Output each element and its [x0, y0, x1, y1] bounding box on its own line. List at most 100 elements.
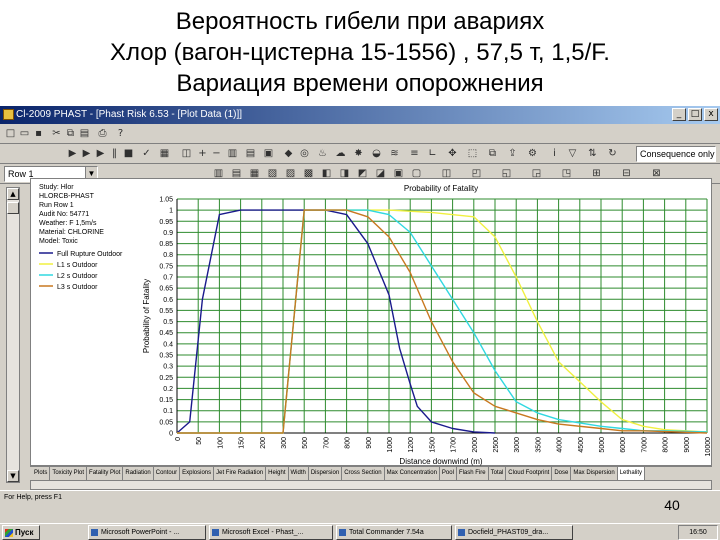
cut-icon[interactable]: ✂ [50, 127, 63, 140]
plot-tabs: Plots Toxicity Plot Fatality Plot Radiation… [30, 466, 712, 480]
y-tick-label: 0 [169, 431, 173, 438]
start-button[interactable]: Пуск [2, 525, 40, 540]
filter-icon[interactable]: ▽ [566, 147, 579, 160]
step-icon[interactable]: ▶ [94, 147, 107, 160]
y-tick-label: 0.45 [159, 330, 173, 337]
tab-4[interactable]: Contour [154, 467, 181, 480]
y-tick-label: 0.65 [159, 286, 173, 293]
export-icon[interactable]: ⇪ [506, 147, 519, 160]
tab-10[interactable]: Cross Section [342, 467, 385, 480]
pool-icon[interactable]: ◒ [370, 147, 383, 160]
left-scrollbar[interactable]: ▲ ▼ [6, 187, 20, 483]
pause-icon[interactable]: ‖ [108, 147, 121, 160]
taskbar-item-label: Total Commander 7.54a [349, 529, 424, 536]
table-icon[interactable]: ▤ [244, 147, 257, 160]
tab-6[interactable]: Jet Fire Radiation [214, 467, 267, 480]
taskbar-item-label: Docfield_PHAST09_dra... [468, 529, 549, 536]
open-icon[interactable]: ▭ [18, 127, 31, 140]
consequence-select-value: Consequence only [640, 149, 715, 159]
run-icon[interactable]: ▶ [66, 147, 79, 160]
tab-13[interactable]: Flash Fire [457, 467, 489, 480]
x-tick-label: 0 [175, 437, 182, 441]
explosion-icon[interactable]: ✸ [352, 147, 365, 160]
window-titlebar[interactable]: Cl-2009 PHAST - [Phast Risk 6.53 - [Plot… [0, 106, 720, 124]
print-icon[interactable]: ⎙ [96, 127, 109, 140]
select-icon[interactable]: ⬚ [466, 147, 479, 160]
tab-1[interactable]: Toxicity Plot [50, 467, 88, 480]
tab-11[interactable]: Max Concentration [385, 467, 440, 480]
map-icon[interactable]: ◫ [180, 147, 193, 160]
plot-area: 0 50 100 150 200 300 500 700 800 900 1000 1200 1500 1… [30, 178, 712, 466]
info-icon[interactable]: i [548, 147, 561, 160]
stop-icon[interactable]: ■ [122, 147, 135, 160]
horizontal-scrollbar[interactable] [30, 480, 712, 490]
y-tick-label: 0.15 [159, 397, 173, 404]
y-tick-label: 0.1 [163, 408, 173, 415]
chart-title: Probability of Fatality [404, 184, 478, 193]
close-button[interactable]: x [704, 108, 718, 121]
zoom-in-icon[interactable]: + [196, 147, 209, 160]
scroll-down-icon[interactable]: ▼ [7, 470, 19, 482]
cloud-icon[interactable]: ☁ [334, 147, 347, 160]
tab-3[interactable]: Radiation [123, 467, 154, 480]
x-tick-label: 1500 [429, 437, 436, 453]
x-tick-label: 2000 [472, 437, 479, 453]
copy-plot-icon[interactable]: ⧉ [486, 147, 499, 160]
wind-icon[interactable]: ≋ [388, 147, 401, 160]
report-icon[interactable]: ▣ [262, 147, 275, 160]
settings-icon[interactable]: ⚙ [526, 147, 539, 160]
tab-0[interactable]: Plots [32, 467, 51, 480]
system-tray: 16:50 [678, 525, 718, 540]
scroll-thumb[interactable] [7, 202, 19, 214]
tab-12[interactable]: Pool [440, 467, 457, 480]
tab-18[interactable]: Lethality [617, 467, 646, 480]
help-icon[interactable]: ? [114, 127, 127, 140]
chart-icon[interactable]: ▥ [226, 147, 239, 160]
scroll-up-icon[interactable]: ▲ [7, 188, 19, 200]
save-icon[interactable]: ▪ [32, 127, 45, 140]
y-tick-label: 0.85 [159, 241, 173, 248]
tab-14[interactable]: Total [489, 467, 507, 480]
risk-icon[interactable]: ◆ [282, 147, 295, 160]
copy-icon[interactable]: ⧉ [64, 127, 77, 140]
run-all-icon[interactable]: ▶ [80, 147, 93, 160]
check-icon[interactable]: ✓ [140, 147, 153, 160]
new-icon[interactable]: □ [4, 127, 17, 140]
contour-icon[interactable]: ◎ [298, 147, 311, 160]
taskbar-item-1[interactable]: Microsoft Excel - Phast_... [209, 525, 333, 540]
legend-icon[interactable]: ≡ [408, 147, 421, 160]
tab-16[interactable]: Dose [552, 467, 572, 480]
tab-7[interactable]: Height [266, 467, 289, 480]
x-tick-label: 5000 [599, 437, 606, 453]
taskbar-item-label: Microsoft PowerPoint - ... [101, 529, 180, 536]
pan-icon[interactable]: ✥ [446, 147, 459, 160]
taskbar-item-2[interactable]: Total Commander 7.54a [336, 525, 452, 540]
axis-icon[interactable]: ∟ [426, 147, 439, 160]
tab-5[interactable]: Explosions [180, 467, 215, 480]
x-tick-label: 10000 [705, 437, 712, 457]
taskbar-item-0[interactable]: Microsoft PowerPoint - ... [88, 525, 206, 540]
legend-label: L3 s Outdoor [57, 284, 98, 291]
paste-icon[interactable]: ▤ [78, 127, 91, 140]
grid-icon[interactable]: ▦ [158, 147, 171, 160]
x-tick-label: 4000 [557, 437, 564, 453]
taskbar: Пуск Microsoft PowerPoint - ... Microsoft… [0, 523, 720, 540]
maximize-button[interactable]: □ [688, 108, 702, 121]
tab-17[interactable]: Max Dispersion [571, 467, 618, 480]
minimize-button[interactable]: _ [672, 108, 686, 121]
zoom-out-icon[interactable]: − [210, 147, 223, 160]
start-label: Пуск [15, 528, 34, 537]
consequence-select[interactable]: Consequence only [636, 146, 716, 162]
y-tick-label: 0.95 [159, 219, 173, 226]
tab-9[interactable]: Dispersion [309, 467, 343, 480]
tab-15[interactable]: Cloud Footprint [506, 467, 553, 480]
page-number: 40 [664, 497, 680, 513]
taskbar-item-3[interactable]: Docfield_PHAST09_dra... [455, 525, 573, 540]
tab-2[interactable]: Fatality Plot [87, 467, 124, 480]
flame-icon[interactable]: ♨ [316, 147, 329, 160]
sort-icon[interactable]: ⇅ [586, 147, 599, 160]
legend-label: L2 s Outdoor [57, 273, 98, 280]
tab-8[interactable]: Width [289, 467, 309, 480]
refresh-icon[interactable]: ↻ [606, 147, 619, 160]
x-tick-label: 4500 [578, 437, 585, 453]
